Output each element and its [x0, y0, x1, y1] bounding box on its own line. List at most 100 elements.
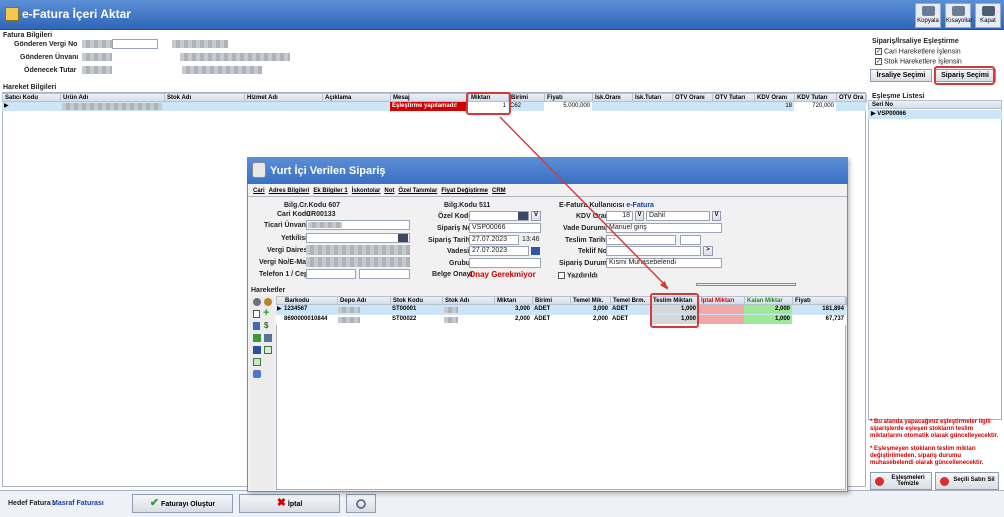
tab-fiyat[interactable]: Fiyat Değiştirme	[441, 188, 488, 194]
export-icon[interactable]	[253, 334, 261, 342]
list-item[interactable]: ▶ VSP00066	[868, 110, 1002, 119]
card-icon[interactable]	[398, 234, 408, 242]
vergi-no-label: Vergi No/E-Mail	[259, 259, 310, 266]
check-icon: ✓	[875, 48, 882, 55]
kalan-cell: 1,000	[744, 315, 792, 324]
seri-no-col[interactable]: Seri No	[868, 100, 1002, 109]
siparis-no-field[interactable]: VSP00066	[469, 223, 541, 233]
teslim-tarihi-field[interactable]: - -	[606, 235, 676, 245]
dialog-title: Yurt İçi Verilen Sipariş	[270, 165, 386, 177]
fiyat-cell: 181,894	[822, 306, 844, 312]
magnet-icon[interactable]	[253, 346, 261, 354]
tab-ek-bilgiler[interactable]: Ek Bilgiler 1	[313, 188, 347, 194]
miktar-cell: 2,000	[514, 316, 530, 322]
bilg-kodu: Bilg.Kodu 511	[444, 202, 491, 209]
note-text-2: * Eşleşmeyen stokların teslim miktarı de…	[870, 446, 984, 466]
v-button[interactable]: V	[712, 211, 721, 221]
v-button[interactable]: V	[635, 211, 644, 221]
card-icon[interactable]	[518, 212, 528, 220]
grubu-select[interactable]	[469, 258, 541, 268]
yetkili-field[interactable]	[306, 233, 410, 243]
table-row[interactable]: ▶ Eşleştirme yapılamadı! 1 C62 5.000,000…	[2, 102, 866, 111]
scroll-indicator[interactable]	[696, 283, 796, 286]
eslestirme-label: Sipariş/İrsaliye Eşleştirme	[872, 38, 959, 45]
transfer-icon[interactable]	[264, 334, 272, 342]
title-bar	[0, 0, 1004, 30]
v-button[interactable]: V	[531, 211, 541, 221]
mesaj-cell: Eşleştirme yapılamadı!	[390, 102, 468, 111]
tab-iskontolar[interactable]: İskontolar	[352, 188, 381, 194]
iptal-cell[interactable]	[698, 305, 744, 314]
settings-icon[interactable]	[253, 298, 261, 306]
copy-doc-icon[interactable]	[253, 322, 260, 330]
row-pointer-icon: ▶	[277, 306, 282, 312]
excel-icon[interactable]	[253, 358, 261, 366]
hedef-value[interactable]: Masraf Faturası	[52, 500, 104, 507]
vade-durumu-select[interactable]: Manuel giriş	[606, 223, 722, 233]
note-text-1: * Bu alanda yapacağınız eşleştirmeler il…	[870, 419, 999, 439]
kdv-dahil-select[interactable]: Dahil	[646, 211, 710, 221]
kdv-orani-field[interactable]: 18	[606, 211, 633, 221]
tab-ozel[interactable]: Özel Tanımlar	[398, 188, 437, 194]
temel-brm-cell: ADET	[612, 316, 629, 322]
stok-kodu-cell: ST00001	[392, 306, 417, 312]
tab-crm[interactable]: CRM	[492, 188, 506, 194]
fatura-section-label: Fatura Bilgileri	[3, 32, 53, 39]
hareket-section-label: Hareket Bilgileri	[3, 84, 57, 91]
calendar-icon[interactable]	[531, 247, 540, 255]
grid-icon[interactable]	[264, 346, 272, 354]
table-row[interactable]: 8690000010844 ST00022 2,000 ADET 2,000 A…	[276, 315, 846, 325]
vergi-dairesi-label: Vergi Dairesi	[267, 247, 310, 254]
cross-icon: ✖	[276, 497, 286, 509]
barkod-cell: 1234567	[284, 306, 308, 312]
close-button[interactable]: Kapat	[975, 3, 1001, 28]
siparis-no-label: Sipariş No	[437, 225, 472, 232]
checkmark-icon: ✔	[149, 497, 160, 509]
satir-sil-button[interactable]: Seçili Satırı Sil	[935, 472, 999, 490]
iptal-cell[interactable]	[698, 315, 744, 324]
teklif-button[interactable]: >	[703, 246, 713, 256]
hedef-label: Hedef Fatura :	[8, 500, 56, 507]
blurred-info-2	[180, 53, 290, 61]
resize-icon[interactable]	[253, 370, 261, 378]
order-icon	[252, 162, 266, 178]
yazdirildi-checkbox[interactable]: Yazdırıldı	[558, 272, 598, 279]
dollar-icon[interactable]: $	[264, 321, 268, 330]
cep-field[interactable]	[359, 269, 410, 279]
row-pointer-icon: ▶	[4, 103, 9, 109]
temizle-button[interactable]: Eşleşmeleri Temizle	[870, 472, 932, 490]
tab-cari[interactable]: Cari	[253, 188, 265, 194]
tab-not[interactable]: Not	[384, 188, 394, 194]
ticari-label: Ticari Ünvanı	[264, 222, 308, 229]
telefon-label: Telefon 1 / Cep	[259, 271, 309, 278]
siparis-durumu-select[interactable]: Kısmi Muhasebelendi	[606, 258, 722, 268]
siparis-tarihi-field[interactable]: 27.07.2023	[469, 235, 519, 245]
tutar-value	[82, 66, 112, 74]
cari-kodu-value[interactable]: CR00133	[306, 211, 336, 218]
fatura-olustur-button[interactable]: ✔ Faturayı Oluştur	[132, 494, 233, 513]
vadesi-field[interactable]: 27.07.2023	[469, 246, 529, 256]
table-row[interactable]: ▶ 1234567 ST00001 3,000 ADET 3,000 ADET …	[276, 305, 846, 315]
siparis-tarihi-label: Sipariş Tarihi	[428, 237, 472, 244]
saat-value[interactable]: 13:46	[522, 236, 540, 243]
barkod-cell: 8690000010844	[284, 316, 328, 322]
irsaliye-secimi-button[interactable]: İrsaliye Seçimi	[870, 69, 932, 82]
tools-button[interactable]	[346, 494, 376, 513]
iptal-button[interactable]: ✖ İptal	[239, 494, 340, 513]
gear-icon[interactable]	[264, 298, 272, 306]
vade-durumu-label: Vade Durumu	[563, 225, 609, 232]
cari-checkbox[interactable]: ✓ Cari Hareketlere İşlensin	[875, 48, 961, 55]
teklif-no-field[interactable]	[606, 246, 701, 256]
vadesi-label: Vadesi	[447, 248, 470, 255]
vergi-no-field[interactable]	[112, 39, 158, 49]
tab-adres[interactable]: Adres Bilgileri	[269, 188, 310, 194]
eslesme-listesi	[868, 100, 1002, 420]
add-icon[interactable]: +	[263, 308, 269, 319]
stok-checkbox[interactable]: ✓ Stok Hareketlere İşlensin	[875, 58, 962, 65]
vergi-no-value	[82, 40, 112, 48]
shortcuts-button[interactable]: Kısayollar	[945, 3, 972, 28]
copy-button[interactable]: Kopyala	[915, 3, 941, 28]
document-icon[interactable]	[253, 310, 260, 318]
telefon-field[interactable]	[306, 269, 356, 279]
teslim-saat-field[interactable]	[680, 235, 701, 245]
